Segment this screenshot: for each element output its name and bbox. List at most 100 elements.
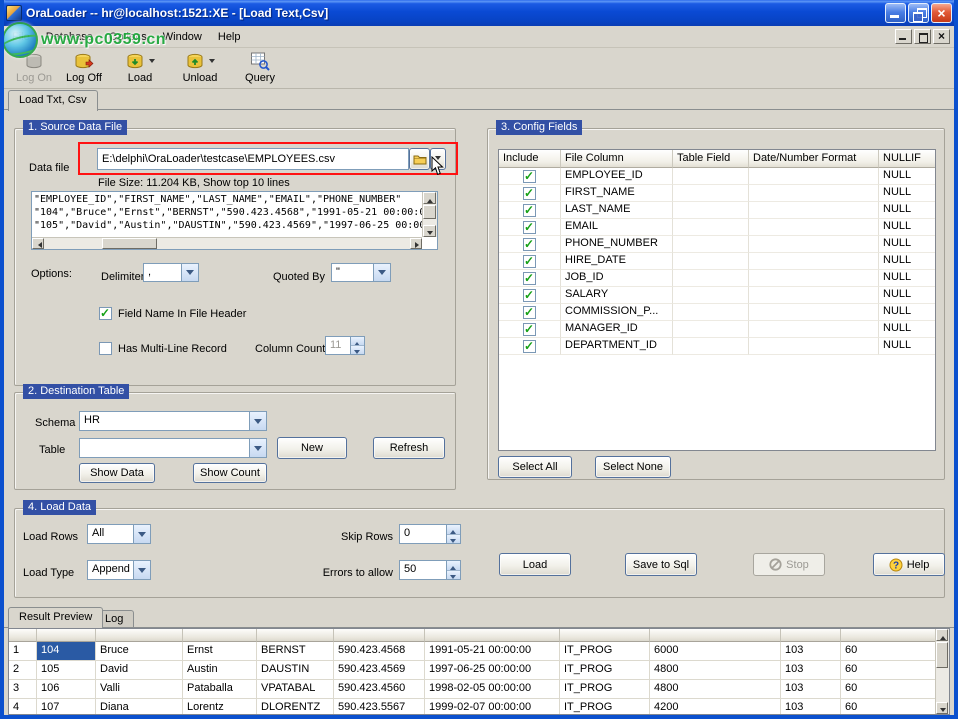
- result-cell[interactable]: Ernst: [183, 642, 257, 661]
- result-cell[interactable]: 60: [841, 699, 935, 714]
- table-field-cell[interactable]: [673, 304, 749, 321]
- result-cell[interactable]: 4800: [650, 680, 781, 699]
- menu-file[interactable]: File: [4, 28, 38, 46]
- config-col-nullif[interactable]: NULLIF: [879, 150, 935, 168]
- load-type-combo[interactable]: Append: [87, 560, 151, 580]
- format-cell[interactable]: [749, 202, 879, 219]
- config-field-row[interactable]: PHONE_NUMBER NULL: [499, 236, 935, 253]
- result-header-cell[interactable]: [334, 629, 425, 642]
- schema-combo[interactable]: HR: [79, 411, 267, 431]
- result-cell[interactable]: IT_PROG: [560, 642, 650, 661]
- result-header-cell[interactable]: [183, 629, 257, 642]
- result-header-cell[interactable]: [781, 629, 841, 642]
- result-row[interactable]: 4 107 Diana Lorentz DLORENTZ 590.423.556…: [9, 699, 935, 714]
- config-field-row[interactable]: SALARY NULL: [499, 287, 935, 304]
- file-dropdown-button[interactable]: [430, 148, 446, 170]
- result-scroll-down-button[interactable]: [936, 702, 948, 714]
- scroll-right-button[interactable]: [410, 238, 422, 249]
- config-field-row[interactable]: HIRE_DATE NULL: [499, 253, 935, 270]
- result-cell[interactable]: IT_PROG: [560, 680, 650, 699]
- result-cell[interactable]: 103: [781, 642, 841, 661]
- multiline-checkbox[interactable]: [99, 342, 112, 355]
- close-button[interactable]: [931, 3, 952, 23]
- scroll-up-button[interactable]: [423, 192, 436, 204]
- config-field-row[interactable]: EMAIL NULL: [499, 219, 935, 236]
- result-cell[interactable]: 106: [37, 680, 96, 699]
- result-header-cell[interactable]: [96, 629, 183, 642]
- config-col-table-field[interactable]: Table Field: [673, 150, 749, 168]
- include-checkbox[interactable]: [523, 170, 536, 183]
- delimiter-dropdown-arrow[interactable]: [181, 264, 198, 281]
- config-field-row[interactable]: COMMISSION_P... NULL: [499, 304, 935, 321]
- config-col-format[interactable]: Date/Number Format: [749, 150, 879, 168]
- include-checkbox[interactable]: [523, 289, 536, 302]
- table-field-cell[interactable]: [673, 270, 749, 287]
- result-cell[interactable]: 590.423.4568: [334, 642, 425, 661]
- result-cell[interactable]: VPATABAL: [257, 680, 334, 699]
- result-header-cell[interactable]: [257, 629, 334, 642]
- result-cell[interactable]: BERNST: [257, 642, 334, 661]
- mdi-minimize-button[interactable]: [895, 29, 912, 44]
- config-field-row[interactable]: LAST_NAME NULL: [499, 202, 935, 219]
- result-header-cell[interactable]: [9, 629, 37, 642]
- config-field-row[interactable]: MANAGER_ID NULL: [499, 321, 935, 338]
- load-toolbar-button[interactable]: Load: [116, 50, 164, 87]
- format-cell[interactable]: [749, 236, 879, 253]
- result-cell[interactable]: IT_PROG: [560, 661, 650, 680]
- load-button[interactable]: Load: [499, 553, 571, 576]
- help-button[interactable]: ? Help: [873, 553, 945, 576]
- result-cell[interactable]: 60: [841, 680, 935, 699]
- config-grid[interactable]: Include File Column Table Field Date/Num…: [498, 149, 936, 451]
- table-field-cell[interactable]: [673, 287, 749, 304]
- table-field-cell[interactable]: [673, 185, 749, 202]
- result-grid[interactable]: 1 104 Bruce Ernst BERNST 590.423.4568 19…: [8, 628, 950, 715]
- scroll-down-button[interactable]: [423, 225, 436, 237]
- format-cell[interactable]: [749, 304, 879, 321]
- result-cell[interactable]: Lorentz: [183, 699, 257, 714]
- include-checkbox[interactable]: [523, 187, 536, 200]
- table-combo[interactable]: [79, 438, 267, 458]
- refresh-button[interactable]: Refresh: [373, 437, 445, 459]
- include-checkbox[interactable]: [523, 204, 536, 217]
- logoff-toolbar-button[interactable]: Log Off: [60, 50, 108, 87]
- table-dropdown-arrow[interactable]: [249, 439, 266, 457]
- nullif-cell[interactable]: NULL: [879, 236, 935, 253]
- table-field-cell[interactable]: [673, 219, 749, 236]
- config-col-file-column[interactable]: File Column: [561, 150, 673, 168]
- config-col-include[interactable]: Include: [499, 150, 561, 168]
- restore-button[interactable]: [908, 3, 929, 23]
- include-checkbox[interactable]: [523, 323, 536, 336]
- load-rows-combo[interactable]: All: [87, 524, 151, 544]
- preview-vertical-scrollbar[interactable]: [422, 192, 437, 237]
- table-field-cell[interactable]: [673, 253, 749, 270]
- row-number-cell[interactable]: 2: [9, 661, 37, 680]
- table-field-cell[interactable]: [673, 236, 749, 253]
- mdi-restore-button[interactable]: [914, 29, 931, 44]
- row-number-cell[interactable]: 3: [9, 680, 37, 699]
- result-cell[interactable]: 4200: [650, 699, 781, 714]
- result-header-cell[interactable]: [650, 629, 781, 642]
- format-cell[interactable]: [749, 219, 879, 236]
- result-cell[interactable]: 1998-02-05 00:00:00: [425, 680, 560, 699]
- include-checkbox[interactable]: [523, 221, 536, 234]
- skip-rows-down-icon[interactable]: [447, 534, 460, 544]
- nullif-cell[interactable]: NULL: [879, 321, 935, 338]
- title-bar[interactable]: OraLoader -- hr@localhost:1521:XE - [Loa…: [0, 0, 958, 26]
- nullif-cell[interactable]: NULL: [879, 219, 935, 236]
- result-header-cell[interactable]: [37, 629, 96, 642]
- result-cell[interactable]: David: [96, 661, 183, 680]
- unload-toolbar-button[interactable]: Unload: [176, 50, 224, 87]
- config-field-row[interactable]: FIRST_NAME NULL: [499, 185, 935, 202]
- result-cell[interactable]: 1997-06-25 00:00:00: [425, 661, 560, 680]
- result-cell[interactable]: 103: [781, 699, 841, 714]
- result-cell[interactable]: 6000: [650, 642, 781, 661]
- result-scroll-thumb[interactable]: [936, 642, 948, 668]
- table-field-cell[interactable]: [673, 338, 749, 355]
- menu-options[interactable]: Options: [101, 28, 155, 46]
- result-cell[interactable]: 1991-05-21 00:00:00: [425, 642, 560, 661]
- menu-help[interactable]: Help: [210, 28, 249, 46]
- errors-allow-spinner[interactable]: 50: [399, 560, 461, 580]
- nullif-cell[interactable]: NULL: [879, 168, 935, 185]
- format-cell[interactable]: [749, 321, 879, 338]
- result-header-cell[interactable]: [841, 629, 935, 642]
